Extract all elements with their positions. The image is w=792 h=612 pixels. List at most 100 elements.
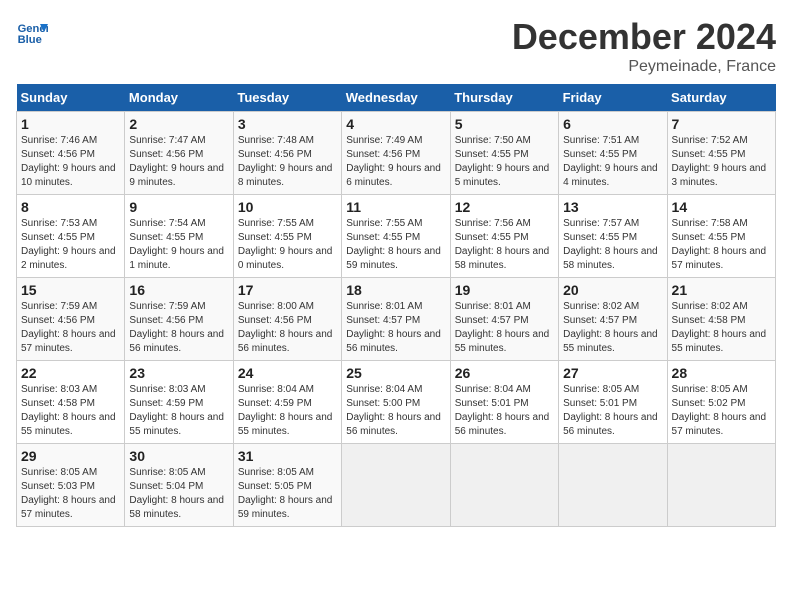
day-info: Sunrise: 7:56 AM Sunset: 4:55 PM Dayligh… — [455, 217, 554, 273]
day-info: Sunrise: 8:05 AM Sunset: 5:01 PM Dayligh… — [563, 383, 662, 439]
calendar-cell: 1Sunrise: 7:46 AM Sunset: 4:56 PM Daylig… — [17, 112, 125, 195]
day-info: Sunrise: 7:55 AM Sunset: 4:55 PM Dayligh… — [346, 217, 445, 273]
day-info: Sunrise: 8:03 AM Sunset: 4:58 PM Dayligh… — [21, 383, 120, 439]
day-number: 16 — [129, 282, 228, 298]
calendar-cell: 14 Sunrise: 7:58 AM Sunset: 4:55 PM Dayli… — [667, 195, 775, 278]
day-number: 31 — [238, 448, 337, 464]
header: General Blue December 2024 Peymeinade, F… — [16, 16, 776, 76]
calendar-cell: 9Sunrise: 7:54 AM Sunset: 4:55 PM Daylig… — [125, 195, 233, 278]
day-info: Sunrise: 8:02 AM Sunset: 4:57 PM Dayligh… — [563, 300, 662, 356]
calendar-cell: 19 Sunrise: 8:01 AM Sunset: 4:57 PM Dayli… — [450, 278, 558, 361]
day-info: Sunrise: 8:03 AM Sunset: 4:59 PM Dayligh… — [129, 383, 228, 439]
calendar-cell: 23 Sunrise: 8:03 AM Sunset: 4:59 PM Dayli… — [125, 361, 233, 444]
logo-icon: General Blue — [16, 16, 48, 48]
day-number: 9 — [129, 199, 228, 215]
calendar-cell: 3Sunrise: 7:48 AM Sunset: 4:56 PM Daylig… — [233, 112, 341, 195]
calendar-cell: 6Sunrise: 7:51 AM Sunset: 4:55 PM Daylig… — [559, 112, 667, 195]
weekday-header-sunday: Sunday — [17, 84, 125, 112]
day-number: 22 — [21, 365, 120, 381]
weekday-header-saturday: Saturday — [667, 84, 775, 112]
day-number: 27 — [563, 365, 662, 381]
day-info: Sunrise: 7:52 AM Sunset: 4:55 PM Dayligh… — [672, 134, 771, 190]
weekday-header-friday: Friday — [559, 84, 667, 112]
day-number: 18 — [346, 282, 445, 298]
day-number: 5 — [455, 116, 554, 132]
calendar-week-1: 1Sunrise: 7:46 AM Sunset: 4:56 PM Daylig… — [17, 112, 776, 195]
day-number: 28 — [672, 365, 771, 381]
calendar-cell — [667, 444, 775, 527]
day-number: 7 — [672, 116, 771, 132]
day-info: Sunrise: 8:05 AM Sunset: 5:02 PM Dayligh… — [672, 383, 771, 439]
calendar-cell: 28 Sunrise: 8:05 AM Sunset: 5:02 PM Dayli… — [667, 361, 775, 444]
day-info: Sunrise: 8:04 AM Sunset: 4:59 PM Dayligh… — [238, 383, 337, 439]
calendar-cell: 4 Sunrise: 7:49 AM Sunset: 4:56 PM Daylig… — [342, 112, 450, 195]
calendar-cell: 8 Sunrise: 7:53 AM Sunset: 4:55 PM Daylig… — [17, 195, 125, 278]
calendar-week-2: 8 Sunrise: 7:53 AM Sunset: 4:55 PM Daylig… — [17, 195, 776, 278]
month-title: December 2024 — [512, 16, 776, 58]
day-number: 4 — [346, 116, 445, 132]
day-number: 13 — [563, 199, 662, 215]
day-number: 21 — [672, 282, 771, 298]
day-info: Sunrise: 7:47 AM Sunset: 4:56 PM Dayligh… — [129, 134, 228, 190]
weekday-header-monday: Monday — [125, 84, 233, 112]
location: Peymeinade, France — [512, 58, 776, 76]
day-info: Sunrise: 8:04 AM Sunset: 5:00 PM Dayligh… — [346, 383, 445, 439]
day-info: Sunrise: 8:02 AM Sunset: 4:58 PM Dayligh… — [672, 300, 771, 356]
day-info: Sunrise: 7:57 AM Sunset: 4:55 PM Dayligh… — [563, 217, 662, 273]
logo: General Blue — [16, 16, 52, 48]
day-info: Sunrise: 7:48 AM Sunset: 4:56 PM Dayligh… — [238, 134, 337, 190]
calendar-cell: 27 Sunrise: 8:05 AM Sunset: 5:01 PM Dayli… — [559, 361, 667, 444]
day-info: Sunrise: 7:50 AM Sunset: 4:55 PM Dayligh… — [455, 134, 554, 190]
day-info: Sunrise: 7:59 AM Sunset: 4:56 PM Dayligh… — [129, 300, 228, 356]
weekday-header-wednesday: Wednesday — [342, 84, 450, 112]
calendar-cell: 7 Sunrise: 7:52 AM Sunset: 4:55 PM Daylig… — [667, 112, 775, 195]
day-number: 15 — [21, 282, 120, 298]
day-number: 14 — [672, 199, 771, 215]
day-number: 19 — [455, 282, 554, 298]
day-info: Sunrise: 7:59 AM Sunset: 4:56 PM Dayligh… — [21, 300, 120, 356]
day-info: Sunrise: 8:04 AM Sunset: 5:01 PM Dayligh… — [455, 383, 554, 439]
calendar-cell: 17Sunrise: 8:00 AM Sunset: 4:56 PM Dayli… — [233, 278, 341, 361]
day-info: Sunrise: 7:55 AM Sunset: 4:55 PM Dayligh… — [238, 217, 337, 273]
day-number: 26 — [455, 365, 554, 381]
calendar-cell: 11Sunrise: 7:55 AM Sunset: 4:55 PM Dayli… — [342, 195, 450, 278]
calendar-cell: 22 Sunrise: 8:03 AM Sunset: 4:58 PM Dayli… — [17, 361, 125, 444]
calendar-cell: 2 Sunrise: 7:47 AM Sunset: 4:56 PM Daylig… — [125, 112, 233, 195]
calendar-cell: 15 Sunrise: 7:59 AM Sunset: 4:56 PM Dayli… — [17, 278, 125, 361]
calendar-cell: 25 Sunrise: 8:04 AM Sunset: 5:00 PM Dayli… — [342, 361, 450, 444]
weekday-header-thursday: Thursday — [450, 84, 558, 112]
svg-text:Blue: Blue — [18, 34, 42, 46]
day-info: Sunrise: 7:46 AM Sunset: 4:56 PM Dayligh… — [21, 134, 120, 190]
day-number: 8 — [21, 199, 120, 215]
day-info: Sunrise: 8:00 AM Sunset: 4:56 PM Dayligh… — [238, 300, 337, 356]
calendar-cell: 29Sunrise: 8:05 AM Sunset: 5:03 PM Dayli… — [17, 444, 125, 527]
calendar-week-4: 22 Sunrise: 8:03 AM Sunset: 4:58 PM Dayli… — [17, 361, 776, 444]
calendar-cell — [559, 444, 667, 527]
weekday-header-tuesday: Tuesday — [233, 84, 341, 112]
day-number: 23 — [129, 365, 228, 381]
day-info: Sunrise: 7:53 AM Sunset: 4:55 PM Dayligh… — [21, 217, 120, 273]
calendar-table: SundayMondayTuesdayWednesdayThursdayFrid… — [16, 84, 776, 527]
day-number: 6 — [563, 116, 662, 132]
day-number: 30 — [129, 448, 228, 464]
day-number: 12 — [455, 199, 554, 215]
day-number: 20 — [563, 282, 662, 298]
day-info: Sunrise: 8:01 AM Sunset: 4:57 PM Dayligh… — [455, 300, 554, 356]
day-info: Sunrise: 7:49 AM Sunset: 4:56 PM Dayligh… — [346, 134, 445, 190]
calendar-cell — [342, 444, 450, 527]
calendar-cell: 12 Sunrise: 7:56 AM Sunset: 4:55 PM Dayli… — [450, 195, 558, 278]
calendar-cell: 21 Sunrise: 8:02 AM Sunset: 4:58 PM Dayli… — [667, 278, 775, 361]
calendar-cell: 5 Sunrise: 7:50 AM Sunset: 4:55 PM Daylig… — [450, 112, 558, 195]
calendar-cell: 10 Sunrise: 7:55 AM Sunset: 4:55 PM Dayli… — [233, 195, 341, 278]
calendar-cell: 31Sunrise: 8:05 AM Sunset: 5:05 PM Dayli… — [233, 444, 341, 527]
calendar-cell: 30Sunrise: 8:05 AM Sunset: 5:04 PM Dayli… — [125, 444, 233, 527]
day-info: Sunrise: 8:01 AM Sunset: 4:57 PM Dayligh… — [346, 300, 445, 356]
day-number: 10 — [238, 199, 337, 215]
calendar-cell: 16 Sunrise: 7:59 AM Sunset: 4:56 PM Dayli… — [125, 278, 233, 361]
day-number: 25 — [346, 365, 445, 381]
calendar-week-5: 29Sunrise: 8:05 AM Sunset: 5:03 PM Dayli… — [17, 444, 776, 527]
day-info: Sunrise: 7:58 AM Sunset: 4:55 PM Dayligh… — [672, 217, 771, 273]
day-number: 24 — [238, 365, 337, 381]
title-area: December 2024 Peymeinade, France — [512, 16, 776, 76]
day-number: 2 — [129, 116, 228, 132]
